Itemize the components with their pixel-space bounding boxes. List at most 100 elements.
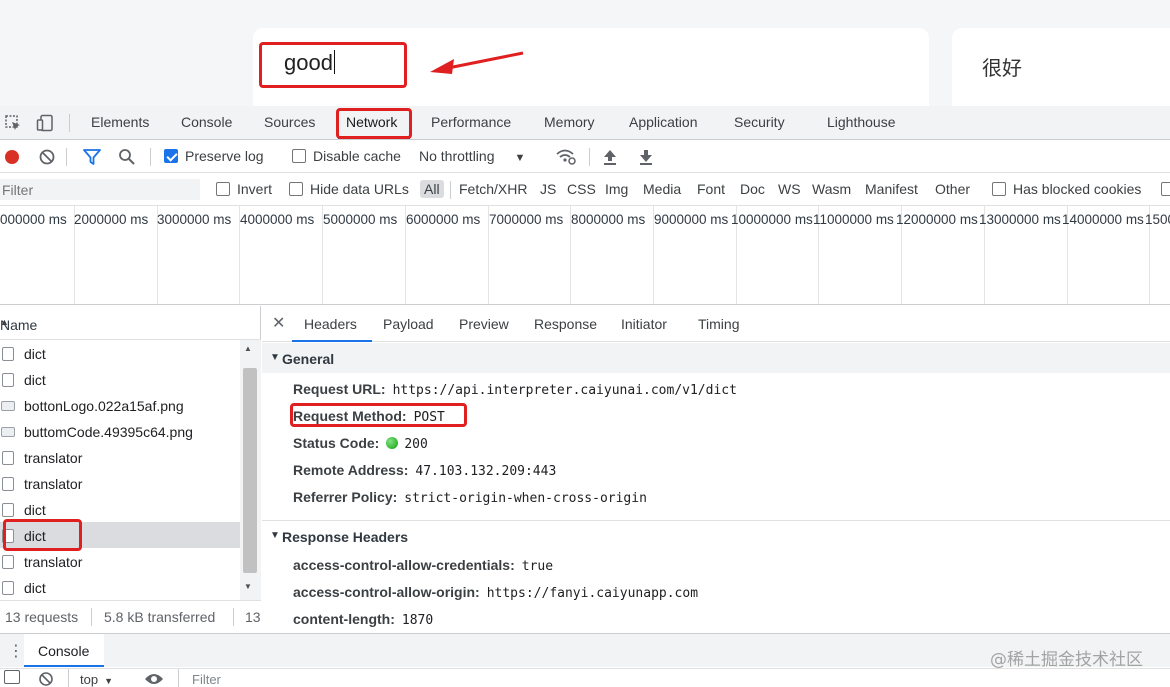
filter-type-all[interactable]: All bbox=[420, 180, 444, 198]
disable-cache-checkbox[interactable]: Disable cache bbox=[292, 148, 401, 164]
status-code-row: Status Code: 200 bbox=[293, 435, 428, 452]
active-detail-tab-indicator bbox=[292, 340, 372, 342]
console-filter-input[interactable]: Filter bbox=[192, 672, 221, 687]
filter-type-js[interactable]: JS bbox=[540, 181, 556, 197]
sort-ascending-icon[interactable]: ▲ bbox=[0, 317, 9, 327]
tab-application[interactable]: Application bbox=[629, 114, 698, 130]
filter-type-fetch-xhr[interactable]: Fetch/XHR bbox=[459, 181, 527, 197]
general-section-header[interactable]: ▼ General bbox=[262, 343, 1170, 373]
filter-type-ws[interactable]: WS bbox=[778, 181, 801, 197]
scroll-down-icon[interactable]: ▼ bbox=[244, 582, 252, 591]
request-row-selected[interactable]: dict bbox=[0, 522, 240, 548]
tick-label: 8000000 ms bbox=[571, 212, 646, 227]
tab-network[interactable]: Network bbox=[346, 114, 397, 130]
request-row[interactable]: translator bbox=[0, 548, 240, 574]
response-header-row: access-control-allow-credentials: true bbox=[293, 557, 553, 574]
filter-type-wasm[interactable]: Wasm bbox=[812, 181, 851, 197]
context-select[interactable]: top ▼ bbox=[80, 672, 113, 687]
tab-headers[interactable]: Headers bbox=[304, 316, 357, 332]
filter-type-css[interactable]: CSS bbox=[567, 181, 596, 197]
tab-response[interactable]: Response bbox=[534, 316, 597, 332]
referrer-policy-row: Referrer Policy: strict-origin-when-cross… bbox=[293, 489, 647, 506]
request-row[interactable]: dict bbox=[0, 340, 240, 366]
clear-console-icon[interactable] bbox=[38, 671, 54, 687]
console-sidebar-icon[interactable] bbox=[4, 670, 20, 684]
invert-label: Invert bbox=[237, 181, 273, 197]
request-row[interactable]: translator bbox=[0, 444, 240, 470]
download-har-icon[interactable] bbox=[638, 148, 654, 166]
filter-type-media[interactable]: Media bbox=[643, 181, 681, 197]
network-summary-bar: 13 requests 5.8 kB transferred 13 bbox=[0, 600, 261, 633]
search-icon[interactable] bbox=[118, 148, 136, 166]
request-method-row: Request Method: POST bbox=[293, 408, 445, 425]
timeline-overview[interactable]: 000000 ms 2000000 ms 3000000 ms 4000000 … bbox=[0, 206, 1170, 305]
tab-timing[interactable]: Timing bbox=[698, 316, 740, 332]
collapse-triangle-icon: ▼ bbox=[270, 530, 280, 541]
response-headers-section-header[interactable]: ▼ Response Headers bbox=[262, 520, 1170, 550]
record-icon[interactable] bbox=[3, 148, 21, 166]
blocked-requests-checkbox[interactable] bbox=[1161, 181, 1170, 197]
filter-type-img[interactable]: Img bbox=[605, 181, 628, 197]
chevron-down-icon: ▼ bbox=[104, 676, 113, 686]
checkbox-icon bbox=[216, 182, 230, 196]
request-row[interactable]: dict bbox=[0, 574, 240, 600]
request-count: 13 requests bbox=[5, 609, 79, 625]
filter-type-font[interactable]: Font bbox=[697, 181, 725, 197]
tab-console[interactable]: Console bbox=[181, 114, 232, 130]
request-name: dict bbox=[24, 502, 46, 518]
scroll-up-icon[interactable]: ▲ bbox=[244, 344, 252, 353]
tab-lighthouse[interactable]: Lighthouse bbox=[827, 114, 896, 130]
request-name: buttomCode.49395c64.png bbox=[24, 424, 193, 440]
request-row[interactable]: translator bbox=[0, 470, 240, 496]
header-key: access-control-allow-origin: bbox=[293, 584, 480, 600]
tab-preview[interactable]: Preview bbox=[459, 316, 509, 332]
console-separator bbox=[178, 669, 179, 687]
filter-icon[interactable] bbox=[82, 148, 102, 166]
tab-performance[interactable]: Performance bbox=[431, 114, 511, 130]
upload-har-icon[interactable] bbox=[602, 148, 618, 166]
filter-type-manifest[interactable]: Manifest bbox=[865, 181, 918, 197]
transferred-size: 5.8 kB transferred bbox=[104, 609, 216, 625]
network-conditions-icon[interactable] bbox=[555, 147, 577, 167]
tab-sources[interactable]: Sources bbox=[264, 114, 315, 130]
source-text-input[interactable]: good bbox=[284, 50, 335, 76]
request-row[interactable]: bottonLogo.022a15af.png bbox=[0, 392, 240, 418]
filter-type-other[interactable]: Other bbox=[935, 181, 970, 197]
has-blocked-cookies-checkbox[interactable]: Has blocked cookies bbox=[992, 181, 1141, 197]
live-expression-eye-icon[interactable] bbox=[144, 672, 164, 686]
preserve-log-checkbox[interactable]: Preserve log bbox=[164, 148, 264, 164]
close-icon[interactable]: ✕ bbox=[272, 313, 285, 333]
hide-data-urls-checkbox[interactable]: Hide data URLs bbox=[289, 181, 409, 197]
filter-input[interactable] bbox=[0, 179, 200, 200]
tab-payload[interactable]: Payload bbox=[383, 316, 434, 332]
tab-initiator[interactable]: Initiator bbox=[621, 316, 667, 332]
tab-elements[interactable]: Elements bbox=[91, 114, 149, 130]
filter-type-doc[interactable]: Doc bbox=[740, 181, 765, 197]
tab-security[interactable]: Security bbox=[734, 114, 785, 130]
request-name: bottonLogo.022a15af.png bbox=[24, 398, 184, 414]
inspect-element-icon[interactable] bbox=[4, 114, 22, 132]
name-column-header[interactable]: Name ▲ bbox=[0, 306, 261, 340]
clear-icon[interactable] bbox=[38, 148, 56, 166]
request-row[interactable]: buttomCode.49395c64.png bbox=[0, 418, 240, 444]
throttling-select[interactable]: No throttling ▼ bbox=[419, 148, 525, 164]
status-ok-icon bbox=[386, 437, 399, 449]
text-caret bbox=[333, 50, 335, 74]
scrollbar-thumb[interactable] bbox=[243, 368, 257, 573]
request-row[interactable]: dict bbox=[0, 366, 240, 392]
tick-label: 14000000 ms bbox=[1062, 212, 1144, 227]
response-header-row: access-control-allow-origin: https://fany… bbox=[293, 584, 698, 601]
tick-label: 11000000 ms bbox=[813, 212, 894, 227]
devtools-tab-bar: Elements Console Sources Network Perform… bbox=[0, 106, 1170, 140]
request-url-row: Request URL: https://api.interpreter.caiy… bbox=[293, 381, 737, 398]
preserve-log-label: Preserve log bbox=[185, 148, 264, 164]
tab-memory[interactable]: Memory bbox=[544, 114, 595, 130]
invert-checkbox[interactable]: Invert bbox=[216, 181, 272, 197]
drawer-tab-console[interactable]: Console bbox=[24, 634, 104, 668]
device-toolbar-icon[interactable] bbox=[36, 114, 54, 132]
request-row[interactable]: dict bbox=[0, 496, 240, 522]
more-options-icon[interactable]: ⋮ bbox=[8, 641, 24, 661]
checkbox-icon bbox=[992, 182, 1006, 196]
header-value: 47.103.132.209:443 bbox=[415, 464, 557, 479]
has-blocked-cookies-label: Has blocked cookies bbox=[1013, 181, 1142, 197]
